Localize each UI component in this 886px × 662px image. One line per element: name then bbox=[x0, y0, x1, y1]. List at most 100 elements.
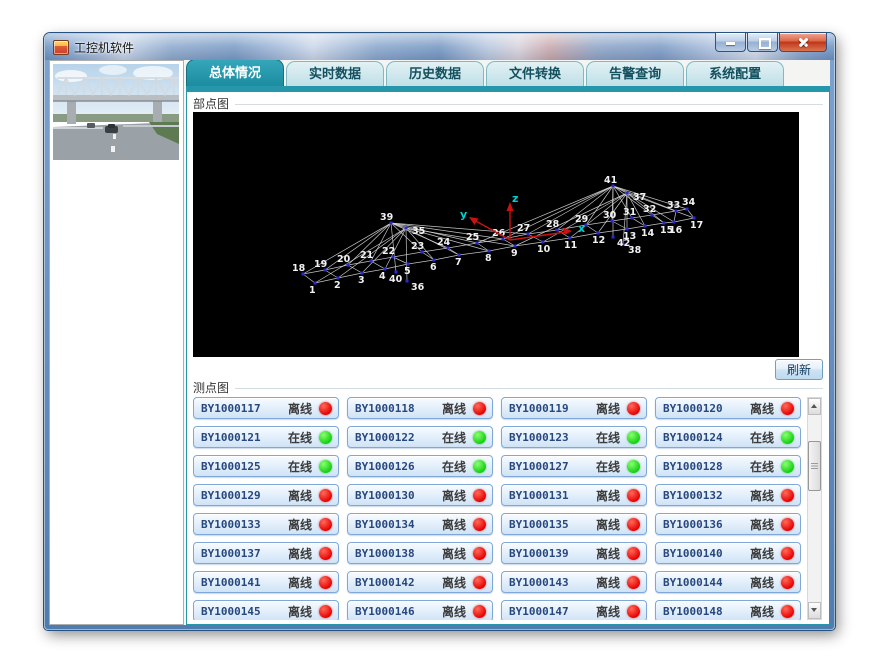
sensor-id: BY1000134 bbox=[355, 518, 442, 531]
status-indicator-icon bbox=[627, 431, 640, 444]
sensor-status-label: 离线 bbox=[596, 603, 620, 620]
sensor-status-label: 离线 bbox=[750, 400, 774, 417]
sensor-id: BY1000123 bbox=[509, 431, 596, 444]
svg-text:9: 9 bbox=[511, 248, 518, 259]
sensor-cell-BY1000127[interactable]: BY1000127在线 bbox=[501, 455, 647, 477]
refresh-button[interactable]: 刷新 bbox=[775, 359, 823, 380]
scrollbar-thumb[interactable] bbox=[808, 441, 821, 491]
sensor-id: BY1000145 bbox=[201, 605, 288, 618]
status-indicator-icon bbox=[473, 547, 486, 560]
sensor-cell-BY1000136[interactable]: BY1000136离线 bbox=[655, 513, 801, 535]
status-indicator-icon bbox=[473, 605, 486, 618]
sensor-cell-BY1000142[interactable]: BY1000142离线 bbox=[347, 571, 493, 593]
tab-2[interactable]: 实时数据 bbox=[286, 61, 384, 86]
sensor-status-label: 离线 bbox=[288, 400, 312, 417]
thumb-grip-icon bbox=[811, 463, 818, 469]
svg-text:x: x bbox=[578, 222, 585, 235]
sensor-cell-BY1000145[interactable]: BY1000145离线 bbox=[193, 600, 339, 620]
sensor-cell-BY1000137[interactable]: BY1000137离线 bbox=[193, 542, 339, 564]
sensor-cell-BY1000130[interactable]: BY1000130离线 bbox=[347, 484, 493, 506]
scroll-up-button[interactable] bbox=[808, 398, 821, 415]
refresh-zone: 刷新 测点图 bbox=[193, 357, 823, 397]
svg-text:33: 33 bbox=[667, 200, 680, 211]
sensor-cell-BY1000133[interactable]: BY1000133离线 bbox=[193, 513, 339, 535]
sensor-cell-BY1000132[interactable]: BY1000132离线 bbox=[655, 484, 801, 506]
sensor-cell-BY1000134[interactable]: BY1000134离线 bbox=[347, 513, 493, 535]
close-button[interactable] bbox=[779, 33, 827, 52]
sensor-id: BY1000139 bbox=[509, 547, 596, 560]
scrollbar-track[interactable] bbox=[808, 415, 821, 602]
sensor-id: BY1000131 bbox=[509, 489, 596, 502]
sensor-cell-BY1000148[interactable]: BY1000148离线 bbox=[655, 600, 801, 620]
sensor-cell-BY1000119[interactable]: BY1000119离线 bbox=[501, 397, 647, 419]
scroll-down-button[interactable] bbox=[808, 602, 821, 619]
minimize-button[interactable] bbox=[715, 33, 746, 52]
sensor-cell-BY1000126[interactable]: BY1000126在线 bbox=[347, 455, 493, 477]
sensor-cell-BY1000118[interactable]: BY1000118离线 bbox=[347, 397, 493, 419]
svg-text:16: 16 bbox=[669, 225, 683, 236]
sensor-cell-BY1000121[interactable]: BY1000121在线 bbox=[193, 426, 339, 448]
svg-text:10: 10 bbox=[537, 244, 551, 255]
caption-buttons bbox=[714, 33, 827, 52]
svg-text:2: 2 bbox=[334, 280, 341, 291]
svg-text:4: 4 bbox=[379, 271, 386, 282]
status-indicator-icon bbox=[627, 547, 640, 560]
status-indicator-icon bbox=[781, 576, 794, 589]
sensor-cell-BY1000117[interactable]: BY1000117离线 bbox=[193, 397, 339, 419]
status-indicator-icon bbox=[319, 605, 332, 618]
tab-6[interactable]: 系统配置 bbox=[686, 61, 784, 86]
sensor-cell-BY1000140[interactable]: BY1000140离线 bbox=[655, 542, 801, 564]
sensor-id: BY1000143 bbox=[509, 576, 596, 589]
divider bbox=[235, 104, 823, 105]
sensor-status-label: 在线 bbox=[442, 429, 466, 446]
status-indicator-icon bbox=[473, 402, 486, 415]
svg-text:17: 17 bbox=[690, 220, 703, 231]
tab-5[interactable]: 告警查询 bbox=[586, 61, 684, 86]
sensor-cell-BY1000135[interactable]: BY1000135离线 bbox=[501, 513, 647, 535]
sensor-id: BY1000117 bbox=[201, 402, 288, 415]
maximize-button[interactable] bbox=[747, 33, 778, 52]
sensor-cell-BY1000143[interactable]: BY1000143离线 bbox=[501, 571, 647, 593]
bridge-photo bbox=[53, 64, 179, 160]
tab-strip: 总体情况实时数据历史数据文件转换告警查询系统配置 bbox=[186, 60, 830, 86]
maximize-icon bbox=[759, 38, 771, 49]
app-icon bbox=[53, 40, 69, 55]
sensor-cell-BY1000125[interactable]: BY1000125在线 bbox=[193, 455, 339, 477]
sensor-cell-BY1000144[interactable]: BY1000144离线 bbox=[655, 571, 801, 593]
sensor-cell-BY1000131[interactable]: BY1000131离线 bbox=[501, 484, 647, 506]
status-indicator-icon bbox=[319, 547, 332, 560]
sensor-status-label: 离线 bbox=[442, 516, 466, 533]
sensor-cell-BY1000120[interactable]: BY1000120离线 bbox=[655, 397, 801, 419]
sensor-cell-BY1000128[interactable]: BY1000128在线 bbox=[655, 455, 801, 477]
sensor-cell-BY1000139[interactable]: BY1000139离线 bbox=[501, 542, 647, 564]
bridge-3d-viewport[interactable]: 1234567891011121314151617181920212223242… bbox=[193, 112, 799, 357]
arrow-up-icon bbox=[811, 404, 817, 408]
sensor-cell-BY1000124[interactable]: BY1000124在线 bbox=[655, 426, 801, 448]
svg-text:25: 25 bbox=[466, 232, 479, 243]
sensor-id: BY1000148 bbox=[663, 605, 750, 618]
sensor-id: BY1000130 bbox=[355, 489, 442, 502]
sensor-grid-area: BY1000117离线BY1000118离线BY1000119离线BY10001… bbox=[193, 397, 823, 620]
sensor-cell-BY1000138[interactable]: BY1000138离线 bbox=[347, 542, 493, 564]
sensor-status-label: 离线 bbox=[596, 487, 620, 504]
status-indicator-icon bbox=[781, 547, 794, 560]
tab-3[interactable]: 历史数据 bbox=[386, 61, 484, 86]
sensor-cell-BY1000129[interactable]: BY1000129离线 bbox=[193, 484, 339, 506]
tab-4[interactable]: 文件转换 bbox=[486, 61, 584, 86]
tab-1[interactable]: 总体情况 bbox=[186, 59, 284, 86]
sensor-status-label: 离线 bbox=[750, 487, 774, 504]
sensor-cell-BY1000123[interactable]: BY1000123在线 bbox=[501, 426, 647, 448]
sensor-cell-BY1000147[interactable]: BY1000147离线 bbox=[501, 600, 647, 620]
sensor-cell-BY1000122[interactable]: BY1000122在线 bbox=[347, 426, 493, 448]
svg-text:18: 18 bbox=[292, 263, 306, 274]
svg-text:6: 6 bbox=[430, 262, 437, 273]
sensor-id: BY1000140 bbox=[663, 547, 750, 560]
main-area: 总体情况实时数据历史数据文件转换告警查询系统配置 部点图 12345678910… bbox=[186, 60, 830, 625]
svg-text:7: 7 bbox=[455, 257, 462, 268]
vertical-scrollbar[interactable] bbox=[807, 397, 822, 620]
svg-text:36: 36 bbox=[411, 282, 425, 293]
sensor-cell-BY1000141[interactable]: BY1000141离线 bbox=[193, 571, 339, 593]
sensor-cell-BY1000146[interactable]: BY1000146离线 bbox=[347, 600, 493, 620]
sensor-status-label: 离线 bbox=[596, 400, 620, 417]
sensor-id: BY1000147 bbox=[509, 605, 596, 618]
